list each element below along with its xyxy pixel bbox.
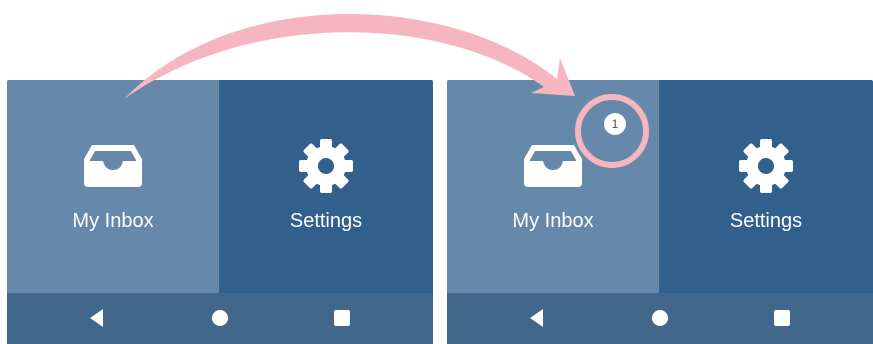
recents-icon[interactable] — [332, 308, 352, 328]
back-icon[interactable] — [527, 308, 547, 328]
settings-label: Settings — [729, 210, 803, 232]
settings-tile[interactable]: Settings — [659, 80, 873, 293]
inbox-icon — [84, 145, 142, 187]
gear-icon — [738, 138, 794, 194]
my-inbox-label: My Inbox — [512, 210, 594, 232]
android-nav-bar — [447, 293, 873, 344]
inbox-icon — [524, 145, 582, 187]
gear-icon — [298, 138, 354, 194]
recents-icon[interactable] — [772, 308, 792, 328]
my-inbox-tile[interactable]: My Inbox — [7, 80, 219, 293]
screen-after: My Inbox Settings — [447, 80, 873, 344]
settings-tile[interactable]: Settings — [219, 80, 433, 293]
back-icon[interactable] — [87, 308, 107, 328]
my-inbox-label: My Inbox — [72, 210, 154, 232]
android-nav-bar — [7, 293, 433, 344]
highlight-circle — [575, 94, 649, 168]
settings-label: Settings — [289, 210, 363, 232]
screen-before: My Inbox Settings — [7, 80, 433, 344]
home-icon[interactable] — [650, 308, 670, 328]
home-icon[interactable] — [210, 308, 230, 328]
